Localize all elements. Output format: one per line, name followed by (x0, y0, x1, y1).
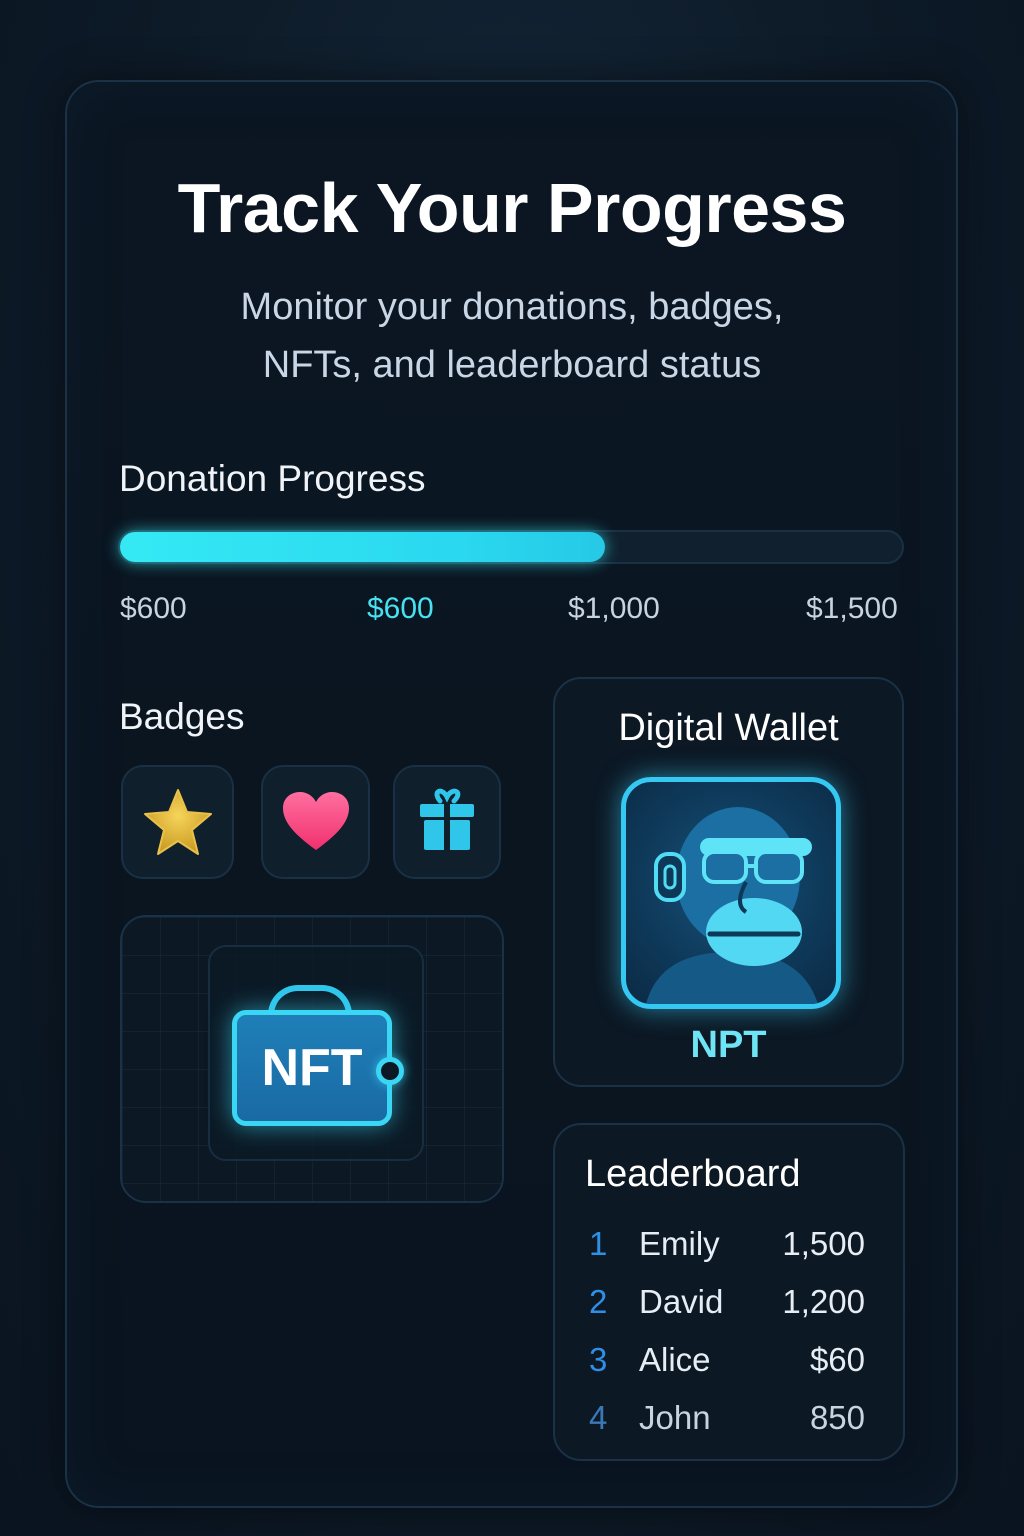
nft-label: NFT (261, 1039, 363, 1097)
leaderboard-name: David (639, 1283, 724, 1320)
star-icon (143, 789, 212, 855)
progress-tick-label-current: $600 (367, 592, 434, 625)
donation-progress-bar (118, 530, 904, 564)
progress-tick-label: $600 (120, 592, 187, 625)
leaderboard-name: Emily (639, 1225, 720, 1262)
digital-wallet-title: Digital Wallet (618, 707, 839, 749)
donation-progress-heading: Donation Progress (119, 458, 426, 499)
leaderboard-rank: 1 (589, 1225, 608, 1262)
nft-avatar-frame[interactable] (621, 777, 841, 1009)
leaderboard-name: Alice (639, 1341, 711, 1378)
leaderboard-row[interactable]: 1 Emily 1,500 (555, 1225, 903, 1265)
page-title: Track Your Progress (177, 169, 847, 247)
leaderboard-row[interactable]: 2 David 1,200 (555, 1283, 903, 1323)
digital-wallet-panel[interactable]: Digital Wallet NPT (553, 677, 904, 1087)
donation-progress-fill (120, 532, 605, 562)
leaderboard-score: 1,200 (782, 1283, 865, 1320)
leaderboard-rank: 2 (589, 1283, 608, 1320)
nft-clasp (376, 1057, 404, 1085)
leaderboard-score: $60 (809, 1341, 865, 1378)
subtitle-line-1: Monitor your donations, badges, (240, 286, 784, 328)
nft-wallet-icon: NFT (232, 1010, 392, 1126)
leaderboard-rank: 3 (589, 1341, 608, 1378)
progress-tick-label: $1,000 (568, 592, 660, 625)
leaderboard-row[interactable]: 4 John 850 (555, 1399, 903, 1439)
heart-icon (282, 792, 349, 850)
page-subtitle: Monitor your donations, badges, NFTs, an… (0, 278, 1024, 394)
badges-heading: Badges (119, 696, 245, 737)
ape-avatar-icon (646, 807, 818, 1004)
leaderboard-name: John (639, 1399, 711, 1436)
leaderboard-title: Leaderboard (585, 1153, 801, 1195)
badge-heart[interactable] (261, 765, 370, 879)
leaderboard-score: 1,500 (782, 1225, 865, 1262)
progress-tick-label: $1,500 (806, 592, 898, 625)
badge-star[interactable] (121, 765, 234, 879)
leaderboard-score: 850 (809, 1399, 865, 1436)
leaderboard-panel: Leaderboard 1 Emily 1,500 2 David 1,200 … (553, 1123, 905, 1461)
wallet-nft-label: NPT (690, 1024, 767, 1066)
gift-icon (420, 788, 474, 850)
leaderboard-row[interactable]: 3 Alice $60 (555, 1341, 903, 1381)
nft-panel[interactable]: NFT (120, 915, 504, 1203)
badge-gift[interactable] (393, 765, 501, 879)
leaderboard-rank: 4 (589, 1399, 608, 1436)
subtitle-line-2: NFTs, and leaderboard status (262, 344, 762, 386)
